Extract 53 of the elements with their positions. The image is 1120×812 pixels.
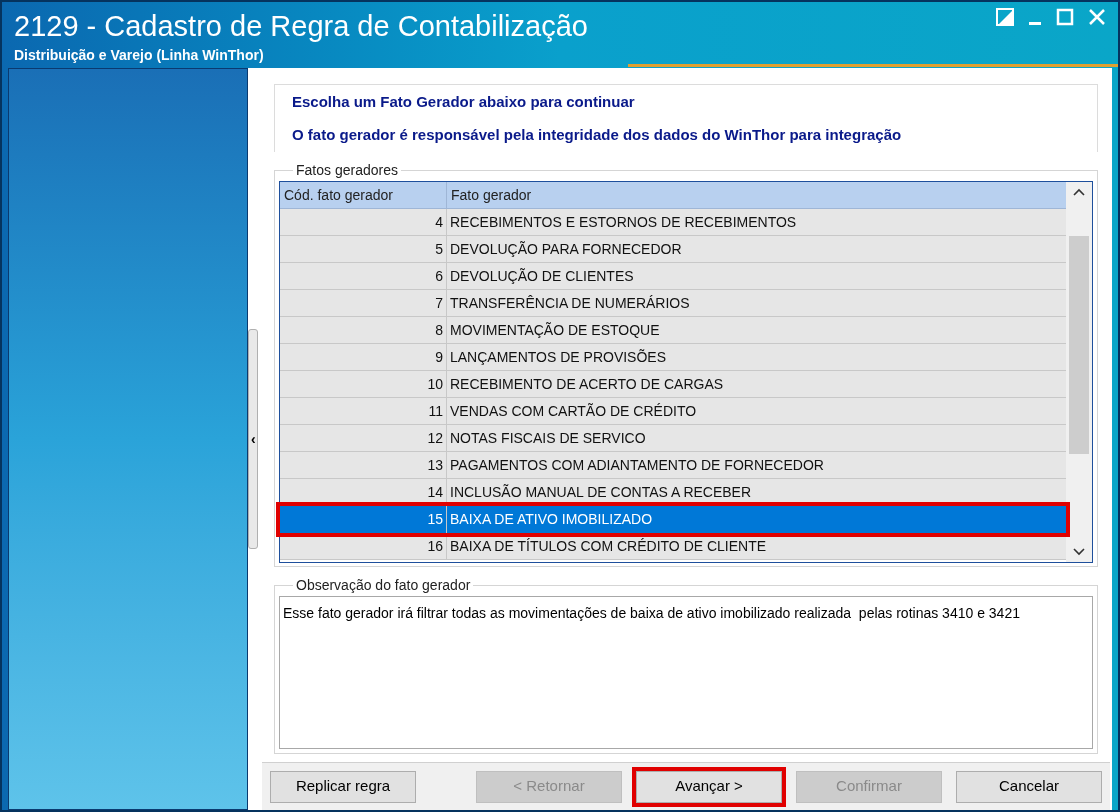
- table-row[interactable]: 7 TRANSFERÊNCIA DE NUMERÁRIOS: [280, 290, 1066, 317]
- table-cell-text: RECEBIMENTO DE ACERTO DE CARGAS: [449, 375, 725, 394]
- table-row[interactable]: 11 VENDAS COM CARTÃO DE CRÉDITO: [280, 398, 1066, 425]
- window-title: 2129 - Cadastro de Regra de Contabilização: [14, 10, 588, 42]
- table-cell-text: INCLUSÃO MANUAL DE CONTAS A RECEBER: [449, 483, 753, 502]
- table-cell: 8: [280, 317, 447, 343]
- table-cell: 10: [280, 371, 447, 397]
- table-cell: 7: [280, 290, 447, 316]
- table-cell-text: MOVIMENTAÇÃO DE ESTOQUE: [449, 321, 661, 340]
- scrollbar-thumb[interactable]: [1069, 236, 1089, 454]
- table-cell: 5: [280, 236, 447, 262]
- instruction-text: O fato gerador é responsável pela integridade dos dados do WinThor para integração: [292, 124, 902, 145]
- close-icon[interactable]: [1088, 8, 1106, 26]
- table-cell: 16: [280, 533, 447, 559]
- table-cell: 4: [280, 209, 447, 235]
- table-cell-text: PAGAMENTOS COM ADIANTAMENTO DE FORNECEDOR: [449, 456, 825, 475]
- table-cell-text: VENDAS COM CARTÃO DE CRÉDITO: [449, 402, 698, 421]
- table-row[interactable]: 6 DEVOLUÇÃO DE CLIENTES: [280, 263, 1066, 290]
- table-cell-text: BAIXA DE TÍTULOS COM CRÉDITO DE CLIENTE: [449, 537, 768, 556]
- table-cell-text: RECEBIMENTOS E ESTORNOS DE RECEBIMENTOS: [449, 213, 798, 232]
- instruction-text: Escolha um Fato Gerador abaixo para continuar: [292, 92, 635, 112]
- table-cell-text: DEVOLUÇÃO DE CLIENTES: [449, 267, 635, 286]
- table-cell-text: DEVOLUÇÃO PARA FORNECEDOR: [449, 240, 683, 259]
- sidebar-toggle[interactable]: ‹: [248, 329, 259, 549]
- table-cell: 12: [280, 425, 447, 451]
- table-row[interactable]: 12 NOTAS FISCAIS DE SERVICO: [280, 425, 1066, 452]
- table-cell-text: TRANSFERÊNCIA DE NUMERÁRIOS: [449, 294, 691, 313]
- table-cell: 11: [280, 398, 447, 424]
- observation-field[interactable]: Esse fato gerador irá filtrar todas as movimentações de baixa de ativo imobilizado realizada pelas rotinas 3410 e 3421: [279, 596, 1093, 749]
- column-header[interactable]: Cód. fato gerador: [280, 182, 447, 208]
- window-subtitle: Distribuição e Varejo (Linha WinThor): [14, 46, 264, 65]
- table-row[interactable]: 9 LANÇAMENTOS DE PROVISÕES: [280, 344, 1066, 371]
- table-row[interactable]: 8 MOVIMENTAÇÃO DE ESTOQUE: [280, 317, 1066, 344]
- action-button[interactable]: Replicar regra: [270, 770, 416, 803]
- table-row[interactable]: 5 DEVOLUÇÃO PARA FORNECEDOR: [280, 236, 1066, 263]
- table-cell: 9: [280, 344, 447, 370]
- scroll-down-icon[interactable]: [1073, 548, 1085, 556]
- table-row[interactable]: 13 PAGAMENTOS COM ADIANTAMENTO DE FORNECEDOR: [280, 452, 1066, 479]
- table-row[interactable]: 10 RECEBIMENTO DE ACERTO DE CARGAS: [280, 371, 1066, 398]
- table-cell: 15: [280, 506, 447, 533]
- table-cell: 6: [280, 263, 447, 289]
- table-cell-text: BAIXA DE ATIVO IMOBILIZADO: [449, 510, 653, 529]
- table-cell-text: LANÇAMENTOS DE PROVISÕES: [449, 348, 667, 367]
- table-row[interactable]: 4 RECEBIMENTOS E ESTORNOS DE RECEBIMENTOS: [280, 209, 1066, 236]
- group-label: Fatos geradores: [295, 161, 399, 180]
- restore-icon[interactable]: [996, 8, 1014, 26]
- scroll-up-icon[interactable]: [1073, 188, 1085, 196]
- action-button[interactable]: Cancelar: [956, 770, 1102, 803]
- table-cell: 13: [280, 452, 447, 478]
- table-cell-text: NOTAS FISCAIS DE SERVICO: [449, 429, 647, 448]
- group-label: Observação do fato gerador: [295, 576, 472, 595]
- maximize-icon[interactable]: [1056, 8, 1074, 26]
- column-header[interactable]: Fato gerador: [447, 182, 1066, 208]
